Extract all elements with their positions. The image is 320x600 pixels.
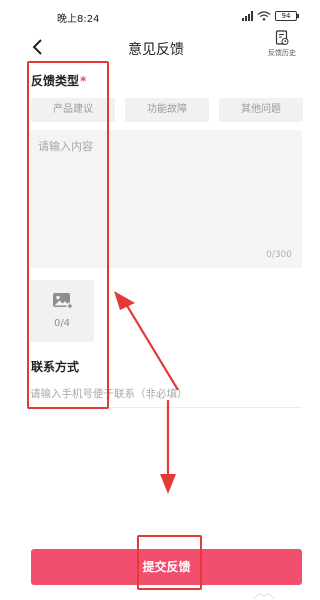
document-clock-icon: [275, 30, 289, 45]
watermark-icon: [253, 593, 275, 600]
arrow-to-form: [114, 291, 179, 391]
wifi-icon: [257, 11, 271, 21]
status-bar: 晚上8:24 94: [0, 0, 312, 30]
header: 意见反馈 反馈历史: [0, 30, 312, 64]
annotation-box-form: [27, 61, 109, 409]
char-counter: 0/300: [266, 250, 292, 260]
type-option-other-issue[interactable]: 其他问题: [219, 98, 303, 122]
feedback-history-label: 反馈历史: [268, 49, 296, 57]
signal-icon: [242, 11, 253, 21]
arrow-to-submit: [160, 400, 176, 494]
type-option-function-fault[interactable]: 功能故障: [125, 98, 209, 122]
status-icons: 94: [242, 9, 299, 23]
feedback-history-button[interactable]: 反馈历史: [260, 30, 304, 64]
annotation-box-submit: [137, 535, 202, 590]
status-time: 晚上8:24: [57, 14, 100, 25]
battery-icon: 94: [275, 11, 299, 21]
